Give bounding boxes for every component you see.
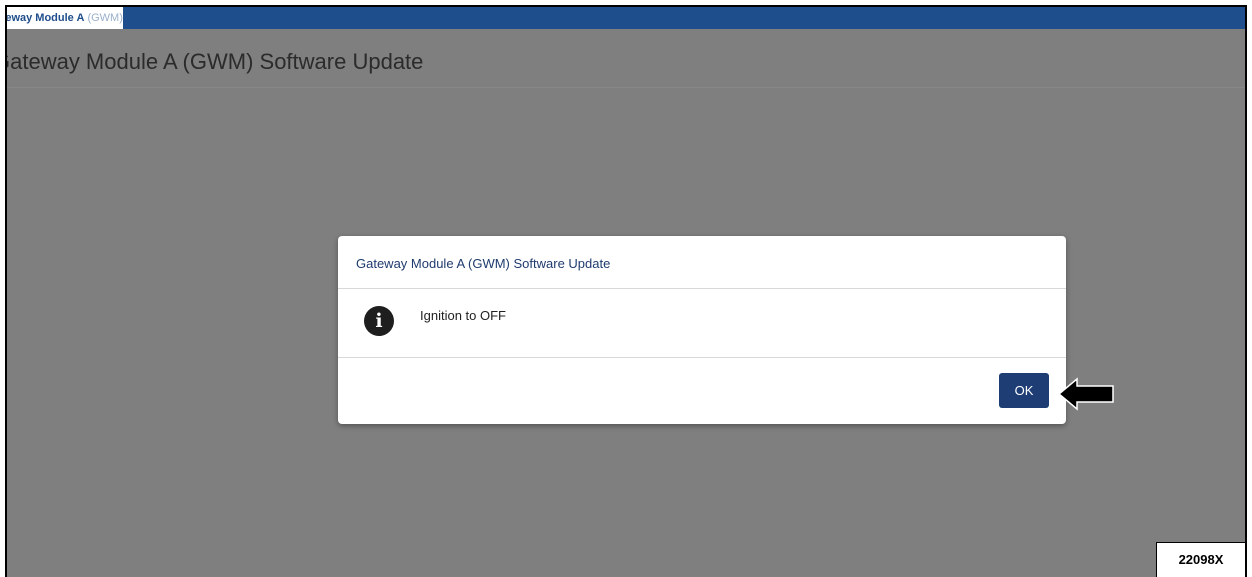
dialog-body: i Ignition to OFF bbox=[338, 289, 1066, 358]
page-title: Gateway Module A (GWM) Software Update bbox=[5, 49, 424, 74]
figure-number: 22098X bbox=[1156, 542, 1245, 577]
pointer-arrow-icon bbox=[1057, 377, 1114, 411]
page-header: Gateway Module A (GWM) Software Update bbox=[7, 29, 1245, 88]
tab-gwm-software-update[interactable]: Gateway Module A (GWM) bbox=[7, 7, 123, 29]
dialog-title: Gateway Module A (GWM) Software Update bbox=[356, 256, 611, 271]
dialog-header: Gateway Module A (GWM) Software Update bbox=[338, 236, 1066, 289]
tab-label: Gateway Module A (GWM) bbox=[7, 12, 123, 24]
dialog: Gateway Module A (GWM) Software Update i… bbox=[338, 236, 1066, 424]
app-window: Gateway Module A (GWM) Gateway Module A … bbox=[5, 5, 1247, 577]
info-icon: i bbox=[364, 306, 394, 336]
top-bar: Gateway Module A (GWM) bbox=[7, 7, 1245, 29]
ok-button[interactable]: OK bbox=[999, 373, 1049, 408]
dialog-message: Ignition to OFF bbox=[420, 308, 506, 323]
